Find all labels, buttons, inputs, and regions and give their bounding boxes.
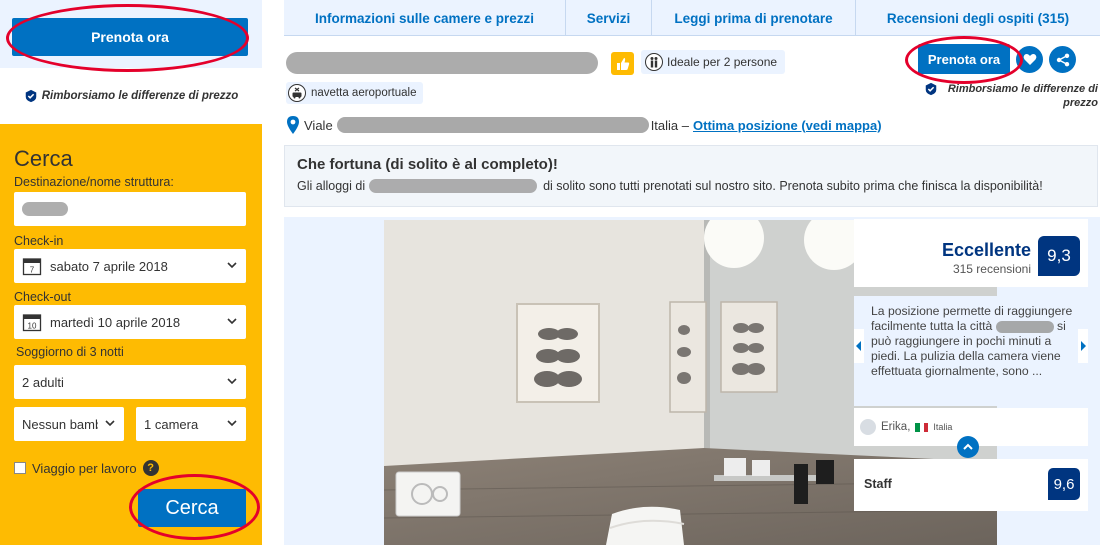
check-badge-icon <box>925 82 937 96</box>
tab-guest-reviews[interactable]: Recensioni degli ospiti (315) <box>856 0 1100 36</box>
chevron-down-icon <box>227 262 237 269</box>
redacted-city <box>995 320 1054 333</box>
review-score-card: Eccellente 315 recensioni 9,3 La posizio… <box>854 219 1088 511</box>
rooms-select[interactable]: 1 camera <box>136 407 246 441</box>
next-review-button[interactable] <box>1078 329 1088 363</box>
rating-word: Eccellente <box>941 240 1031 260</box>
heart-icon <box>1023 54 1036 65</box>
stay-length-text: Soggiorno di 3 notti <box>16 345 124 359</box>
availability-text-after: di solito sono tutti prenotati sul nostr… <box>543 179 1043 193</box>
adults-select[interactable]: 2 adulti <box>14 365 246 399</box>
redacted-city <box>369 179 538 193</box>
calendar-icon: 7 <box>22 258 42 276</box>
search-title: Cerca <box>14 146 73 171</box>
children-value: Nessun bambi <box>22 416 98 432</box>
tab-rooms-prices[interactable]: Informazioni sulle camere e prezzi <box>284 0 566 36</box>
checkin-label: Check-in <box>14 234 64 248</box>
save-favorite-button[interactable] <box>1016 46 1043 73</box>
rooms-value: 1 camera <box>144 416 199 432</box>
share-icon <box>1056 53 1069 66</box>
checkin-date-picker[interactable]: 7 sabato 7 aprile 2018 <box>14 249 246 283</box>
thumbs-up-icon <box>611 52 634 75</box>
price-match-text-line1: Rimborsiamo le differenze di <box>947 83 1098 95</box>
redacted-hotel-name <box>286 52 598 74</box>
checkin-calendar-day: 7 <box>30 266 35 275</box>
redacted-destination <box>22 202 68 216</box>
staff-score-row: Staff 9,6 <box>854 459 1088 511</box>
shuttle-text: navetta aeroportuale <box>311 87 417 99</box>
calendar-icon: 10 <box>22 314 42 332</box>
overall-score-box[interactable]: Eccellente 315 recensioni 9,3 <box>854 219 1088 287</box>
couple-icon <box>645 53 663 71</box>
check-badge-icon <box>25 89 36 103</box>
price-match-notice-header: Rimborsiamo le differenze di prezzo <box>920 82 1098 110</box>
chevron-down-icon <box>227 420 237 427</box>
left-sidebar: Prenota ora Rimborsiamo le differenze di… <box>0 0 262 545</box>
adults-value: 2 adulti <box>22 374 64 390</box>
checkout-calendar-day: 10 <box>28 322 37 331</box>
reviewer-country: Italia <box>933 422 953 432</box>
book-now-panel: Prenota ora <box>0 0 262 68</box>
chevron-up-icon <box>963 443 973 450</box>
share-button[interactable] <box>1049 46 1076 73</box>
price-match-text-line2: prezzo <box>1063 97 1098 109</box>
help-icon[interactable]: ? <box>142 460 159 476</box>
chevron-down-icon <box>105 420 115 427</box>
collapse-review-button[interactable] <box>957 436 979 458</box>
redacted-address <box>336 117 649 133</box>
reviewer-name: Erika, <box>881 421 911 433</box>
business-trip-checkbox[interactable] <box>14 462 26 474</box>
overall-score: 9,3 <box>1038 236 1080 276</box>
destination-input[interactable] <box>14 192 246 226</box>
address-country: Italia – <box>650 117 689 133</box>
availability-alert: Che fortuna (di solito è al completo)! G… <box>284 145 1098 207</box>
map-pin-icon <box>287 116 299 134</box>
review-quote: La posizione permette di raggiungere fac… <box>854 296 1088 406</box>
book-now-button-header[interactable]: Prenota ora <box>918 44 1010 74</box>
search-submit-button[interactable]: Cerca <box>138 489 246 527</box>
rating-count: 315 recensioni <box>952 262 1031 276</box>
checkout-date-picker[interactable]: 10 martedì 10 aprile 2018 <box>14 305 246 339</box>
availability-alert-title: Che fortuna (di solito è al completo)! <box>297 156 558 173</box>
tab-read-before-booking[interactable]: Leggi prima di prenotare <box>652 0 856 36</box>
address-row: Viale Italia – Ottima posizione (vedi ma… <box>286 116 882 134</box>
airport-shuttle-badge: navetta aeroportuale <box>286 82 423 104</box>
chevron-down-icon <box>227 318 237 325</box>
ideal-for-couples-badge: Ideale per 2 persone <box>641 50 786 74</box>
availability-text-before: Gli alloggi di <box>297 179 366 193</box>
price-match-text: Rimborsiamo le differenze di prezzo <box>41 90 239 102</box>
avatar-icon <box>860 419 876 435</box>
property-nav-tabs: Informazioni sulle camere e prezzi Servi… <box>284 0 1100 36</box>
business-trip-label[interactable]: Viaggio per lavoro <box>32 461 137 476</box>
prev-review-button[interactable] <box>854 329 864 363</box>
chevron-right-icon <box>1081 341 1086 351</box>
availability-alert-text: Gli alloggi di di solito sono tutti pren… <box>297 179 1085 193</box>
destination-label: Destinazione/nome struttura: <box>14 175 174 189</box>
chevron-down-icon <box>227 378 237 385</box>
shuttle-icon <box>288 84 306 102</box>
chevron-left-icon <box>856 341 861 351</box>
search-panel: Cerca Destinazione/nome struttura: Check… <box>0 124 262 545</box>
view-map-link[interactable]: Ottima posizione (vedi mappa) <box>693 118 882 133</box>
business-trip-row: Viaggio per lavoro ? <box>14 460 159 476</box>
price-match-notice: Rimborsiamo le differenze di prezzo <box>0 80 262 112</box>
checkin-value: sabato 7 aprile 2018 <box>50 258 168 274</box>
staff-score: 9,6 <box>1048 468 1080 500</box>
checkout-label: Check-out <box>14 290 71 304</box>
ideal-text: Ideale per 2 persone <box>667 55 778 69</box>
italy-flag-icon <box>915 422 929 432</box>
book-now-button-sidebar[interactable]: Prenota ora <box>12 18 248 56</box>
address-prefix: Viale <box>304 117 333 133</box>
tab-services[interactable]: Servizi <box>566 0 652 36</box>
children-select[interactable]: Nessun bambi <box>14 407 124 441</box>
staff-label: Staff <box>864 477 892 491</box>
checkout-value: martedì 10 aprile 2018 <box>50 314 181 330</box>
